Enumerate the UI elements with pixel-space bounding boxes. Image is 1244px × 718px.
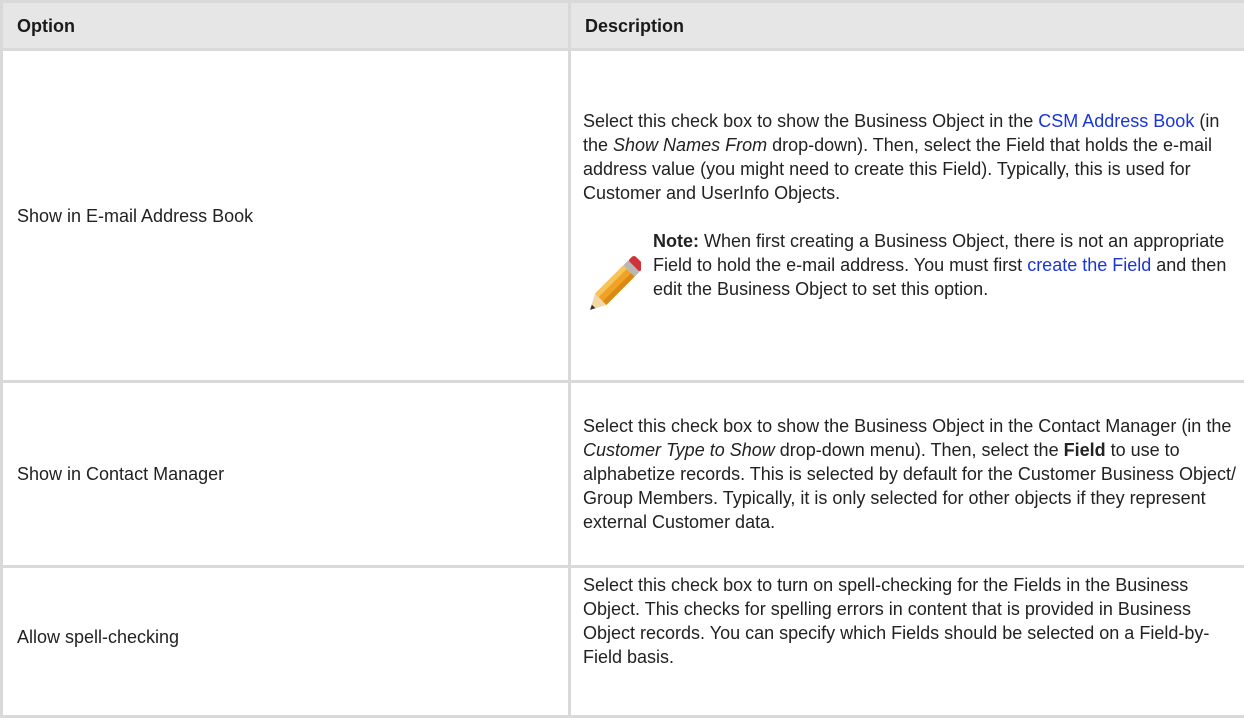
description-text: Select this check box to turn on spell-c… <box>583 573 1236 669</box>
description-cell: Select this check box to turn on spell-c… <box>570 567 1244 717</box>
table-row: Show in Contact Manager Select this chec… <box>2 382 1244 567</box>
note-label: Note: <box>653 231 699 251</box>
note-callout: Note: When first creating a Business Obj… <box>583 229 1236 323</box>
pencil-icon <box>583 253 641 323</box>
header-description: Description <box>570 2 1244 50</box>
csm-address-book-link[interactable]: CSM Address Book <box>1038 111 1194 131</box>
description-text: Select this check box to show the Busine… <box>583 414 1236 534</box>
option-cell: Show in Contact Manager <box>2 382 570 567</box>
description-cell: Select this check box to show the Busine… <box>570 382 1244 567</box>
note-text: Note: When first creating a Business Obj… <box>653 229 1236 301</box>
options-table: Option Description Show in E-mail Addres… <box>0 0 1244 718</box>
option-cell: Show in E-mail Address Book <box>2 50 570 382</box>
table-row: Show in E-mail Address Book Select this … <box>2 50 1244 382</box>
create-field-link[interactable]: create the Field <box>1027 255 1151 275</box>
header-row: Option Description <box>2 2 1244 50</box>
option-cell: Allow spell-checking <box>2 567 570 717</box>
description-text: Select this check box to show the Busine… <box>583 109 1236 205</box>
table-row: Allow spell-checking Select this check b… <box>2 567 1244 717</box>
description-cell: Select this check box to show the Busine… <box>570 50 1244 382</box>
header-option: Option <box>2 2 570 50</box>
